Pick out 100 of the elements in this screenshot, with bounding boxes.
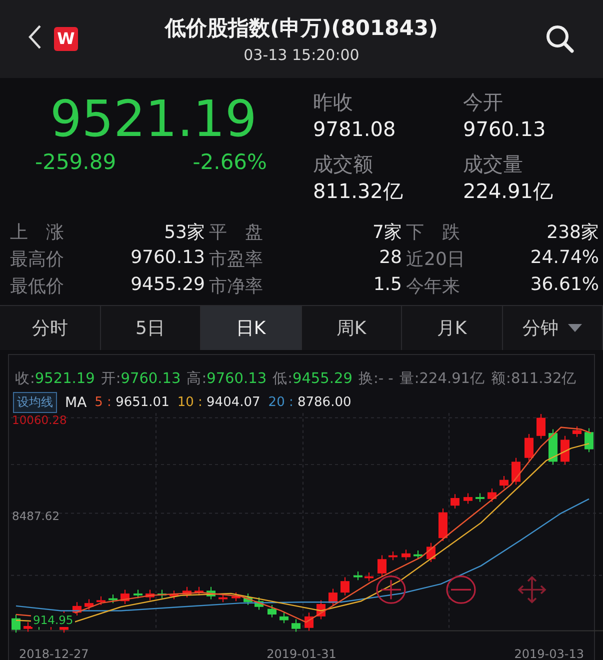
- stat-label: 平 盘: [209, 220, 263, 244]
- quote-info-text: 收:9521.19: [15, 370, 95, 388]
- candlestick: [488, 488, 496, 502]
- candlestick: [512, 457, 520, 486]
- quote-info-text: 低:9455.29: [272, 370, 352, 388]
- candlestick: [560, 435, 570, 466]
- set-ma-button[interactable]: 设均线: [13, 392, 57, 413]
- candlestick: [364, 572, 374, 582]
- caret-icon: [568, 324, 582, 332]
- candlestick: [254, 596, 264, 610]
- price-change: -259.89: [35, 150, 116, 174]
- stat-label: 市盈率: [209, 248, 263, 270]
- stat-value: 28: [379, 246, 403, 270]
- stat-value: 9455.29: [130, 274, 206, 296]
- candlestick: [500, 476, 508, 489]
- candlestick: [572, 426, 582, 438]
- candlestick: [158, 589, 166, 599]
- ma-value-text: 5 : 9651.01: [94, 395, 170, 410]
- candlestick: [340, 576, 350, 596]
- candlestick: [426, 542, 436, 562]
- candlestick: [354, 571, 362, 581]
- candlestick: [280, 612, 288, 624]
- axis-label: 8487.62: [12, 509, 60, 523]
- stat-label: 下 跌: [406, 220, 460, 244]
- candlestick: [476, 492, 484, 502]
- candlestick: [24, 622, 32, 632]
- field-label: 成交额: [313, 151, 374, 178]
- candlestick: [402, 549, 410, 561]
- candlestick: [194, 586, 204, 596]
- axis-label: 10060.28: [12, 413, 67, 427]
- candlestick: [170, 590, 178, 600]
- candlestick: [206, 586, 216, 600]
- field-label: 昨收: [313, 89, 354, 116]
- period-tab[interactable]: 日K: [201, 306, 302, 350]
- date-label: 2019-03-13: [514, 647, 584, 660]
- candlestick: [304, 612, 314, 632]
- candlestick: [218, 593, 228, 603]
- stat-label: 最低价: [10, 274, 64, 298]
- candlestick: [536, 413, 546, 440]
- search-icon[interactable]: [545, 24, 575, 54]
- stat-value: 7家: [372, 220, 403, 244]
- ma-value-text: 20 : 8786.00: [268, 395, 352, 410]
- candlestick: [292, 618, 300, 632]
- zoom-in-icon[interactable]: [376, 576, 406, 604]
- candlestick: [328, 588, 338, 606]
- candlestick: [182, 586, 192, 598]
- candlestick: [414, 550, 422, 560]
- axis-label: 914.95: [31, 613, 76, 627]
- stat-value: 24.74%: [530, 246, 600, 270]
- candlestick: [134, 589, 142, 599]
- candlestick: [120, 589, 130, 604]
- candlestick: [548, 428, 558, 466]
- candlestick: [378, 554, 386, 577]
- candlestick: [524, 434, 534, 462]
- stat-value: 238家: [546, 220, 600, 244]
- period-tab[interactable]: 分时: [0, 306, 100, 350]
- field-label: 成交量: [463, 151, 524, 178]
- field-label: 今开: [463, 89, 504, 116]
- stat-value: 1.5: [373, 274, 403, 296]
- date-label: 2018-12-27: [19, 647, 89, 660]
- stat-label: 市净率: [209, 274, 263, 298]
- current-price: 9521.19: [50, 89, 257, 150]
- candlestick: [450, 494, 460, 509]
- quote-info-text: 开:9760.13: [100, 370, 181, 388]
- candlestick: [438, 508, 448, 542]
- candlestick: [316, 600, 326, 620]
- quote-info-text: 量:224.91亿: [399, 370, 486, 388]
- back-icon[interactable]: [28, 24, 42, 50]
- candlestick: [96, 596, 106, 606]
- candlestick: [84, 598, 94, 610]
- field-value: 224.91亿: [463, 178, 554, 204]
- period-tab[interactable]: 分钟: [502, 306, 603, 350]
- field-value: 811.32亿: [313, 178, 404, 204]
- percent-change: -2.66%: [192, 150, 267, 174]
- candlestick: [584, 428, 594, 453]
- candlestick: [244, 593, 252, 606]
- quote-info-text: 换:- -: [358, 370, 394, 388]
- stat-label: 近20日: [406, 248, 465, 270]
- period-tab[interactable]: 周K: [302, 306, 402, 350]
- stat-value: 53家: [164, 220, 206, 244]
- stat-label: 最高价: [10, 248, 64, 270]
- stat-value: 36.61%: [530, 274, 600, 296]
- field-value: 9760.13: [463, 116, 547, 142]
- stat-label: 今年来: [406, 274, 460, 298]
- app-logo: W: [54, 27, 78, 51]
- candlestick: [146, 589, 154, 601]
- candlestick: [12, 614, 20, 634]
- candlestick: [232, 592, 240, 602]
- candlestick: [388, 551, 398, 561]
- ma-value-text: 10 : 9404.07: [177, 395, 260, 410]
- stat-label: 上 涨: [10, 220, 64, 244]
- stat-value: 9760.13: [130, 246, 206, 270]
- period-tab[interactable]: 月K: [402, 306, 502, 350]
- index-title: 低价股指数(申万)(801843): [164, 15, 438, 42]
- date-label: 2019-01-31: [266, 647, 336, 660]
- zoom-out-icon[interactable]: [446, 576, 476, 604]
- ma-label: MA: [65, 394, 87, 410]
- candlestick: [268, 604, 276, 618]
- candlestick: [464, 492, 472, 504]
- quote-info-text: 额:811.32亿: [491, 370, 577, 388]
